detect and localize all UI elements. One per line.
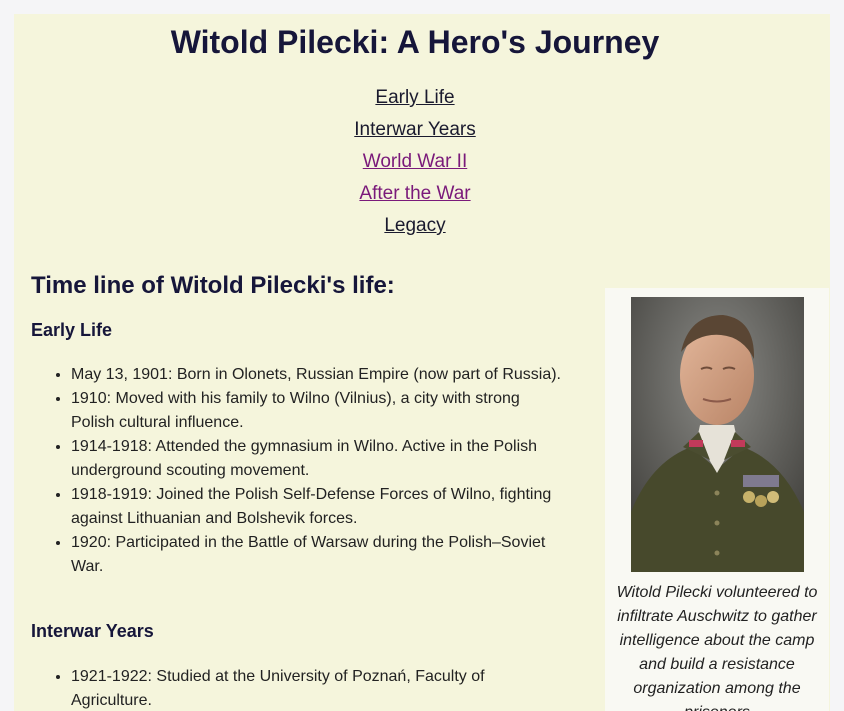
portrait-caption: Witold Pilecki volunteered to infiltrate… [616,584,818,711]
early-life-events: May 13, 1901: Born in Olonets, Russian E… [31,363,561,579]
nav-link-early-life[interactable]: Early Life [14,82,830,114]
timeline-event: May 13, 1901: Born in Olonets, Russian E… [71,363,561,387]
section-heading-early-life: Early Life [31,320,113,340]
interwar-years-events: 1921-1922: Studied at the University of … [31,665,561,711]
timeline-heading: Time line of Witold Pilecki's life: [31,272,395,299]
portrait-figure: Witold Pilecki volunteered to infiltrate… [605,288,829,711]
page-body: Witold Pilecki: A Hero's Journey Early L… [14,14,830,711]
section-heading-interwar-years: Interwar Years [31,621,154,641]
portrait-photo [631,297,804,572]
timeline-event: 1914-1918: Attended the gymnasium in Wil… [71,435,561,483]
timeline-event: 1921-1922: Studied at the University of … [71,665,561,711]
timeline-event: 1920: Participated in the Battle of Wars… [71,531,561,579]
nav-link-after-the-war[interactable]: After the War [14,178,830,210]
nav-link-legacy[interactable]: Legacy [14,210,830,242]
section-nav: Early Life Interwar Years World War II A… [14,82,830,242]
nav-link-interwar-years[interactable]: Interwar Years [14,114,830,146]
nav-link-world-war-ii[interactable]: World War II [14,146,830,178]
timeline-event: 1918-1919: Joined the Polish Self-Defens… [71,483,561,531]
page-title: Witold Pilecki: A Hero's Journey [170,24,660,60]
timeline-event: 1910: Moved with his family to Wilno (Vi… [71,387,561,435]
